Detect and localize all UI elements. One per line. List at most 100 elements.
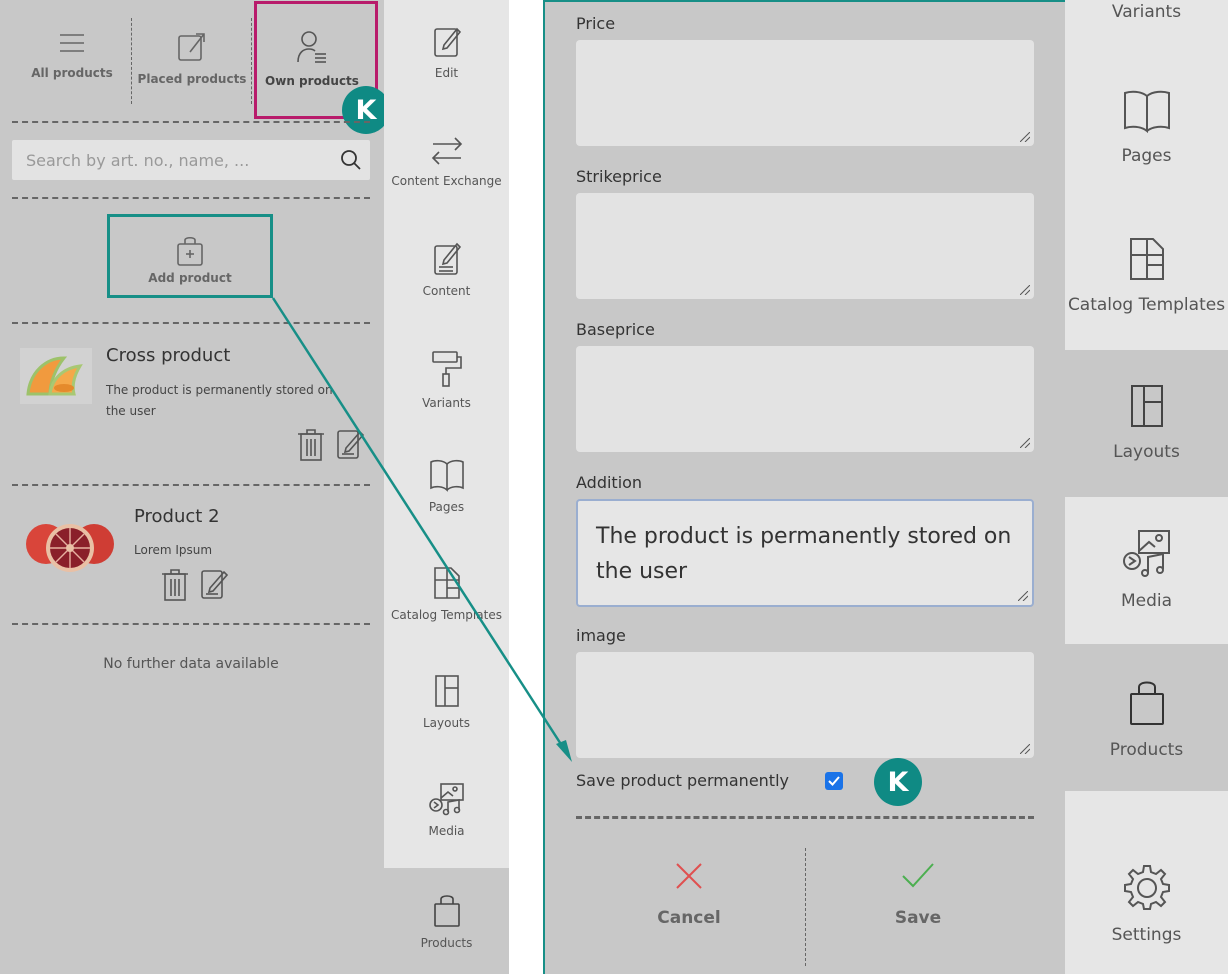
sidebar-item-media[interactable]: Media bbox=[384, 756, 509, 864]
sidebar-item-settings[interactable]: Settings bbox=[1065, 791, 1228, 974]
product-description: The product is permanently stored on the… bbox=[106, 383, 333, 418]
placed-icon bbox=[178, 33, 205, 61]
sidebar-item-label: Pages bbox=[1121, 146, 1172, 166]
edit-icon[interactable] bbox=[200, 568, 228, 600]
sidebar-item-label: Variants bbox=[1111, 2, 1182, 22]
sidebar-item-label: Settings bbox=[1111, 925, 1182, 945]
sidebar-item-label: Media bbox=[1120, 591, 1173, 611]
divider bbox=[12, 484, 370, 486]
product-description: Lorem Ipsum bbox=[134, 543, 213, 557]
sidebar-item-pages[interactable]: Pages bbox=[1065, 56, 1228, 203]
tab-all-products[interactable]: All products bbox=[12, 0, 132, 104]
sidebar-item-content-exchange[interactable]: Content Exchange bbox=[384, 108, 509, 216]
sidebar-item-variants[interactable]: Variants bbox=[384, 324, 509, 432]
product-form: Price Strikeprice Baseprice Addition The… bbox=[543, 0, 1065, 974]
sidebar-item-label: Layouts bbox=[1113, 442, 1180, 462]
sidebar-item-catalog-templates[interactable]: Catalog Templates bbox=[384, 540, 509, 648]
divider bbox=[12, 623, 370, 625]
search-input[interactable] bbox=[12, 140, 332, 180]
edit-icon[interactable] bbox=[336, 428, 364, 460]
sidebar-item-products[interactable]: Products bbox=[384, 868, 509, 974]
close-icon bbox=[676, 863, 702, 889]
sidebar-item-media[interactable]: Media bbox=[1065, 497, 1228, 644]
tab-placed-products-label: Placed products bbox=[137, 72, 247, 86]
addition-field[interactable]: The product is permanently stored on the… bbox=[576, 499, 1034, 607]
baseprice-field[interactable] bbox=[576, 346, 1034, 452]
sidebar-item-label: Catalog Templates bbox=[391, 608, 502, 622]
sidebar-item-label: Content Exchange bbox=[391, 174, 502, 188]
sidebar-item-label: Variants bbox=[422, 396, 471, 410]
bag-icon bbox=[1129, 681, 1164, 725]
sidebar-item-label: Content bbox=[422, 284, 471, 298]
save-button[interactable]: Save bbox=[818, 862, 1018, 928]
addition-label: Addition bbox=[576, 473, 643, 492]
product-name: Product 2 bbox=[134, 506, 220, 527]
add-product-button[interactable]: Add product bbox=[107, 214, 273, 298]
baseprice-label: Baseprice bbox=[576, 320, 655, 339]
sidebar-item-layouts[interactable]: Layouts bbox=[384, 648, 509, 756]
tab-placed-products[interactable]: Placed products bbox=[132, 0, 252, 104]
cancel-button[interactable]: Cancel bbox=[589, 862, 789, 928]
book-icon bbox=[429, 459, 464, 492]
save-label: Save bbox=[894, 908, 942, 928]
list-icon bbox=[60, 34, 84, 52]
sidebar-item-label: Catalog Templates bbox=[1067, 295, 1226, 315]
trash-icon[interactable] bbox=[160, 568, 190, 602]
sidebar-item-label: Pages bbox=[428, 500, 465, 514]
trash-icon[interactable] bbox=[296, 428, 326, 462]
resize-handle-icon[interactable] bbox=[1020, 438, 1030, 448]
resize-handle-icon[interactable] bbox=[1020, 744, 1030, 754]
divider bbox=[12, 322, 370, 324]
layout-icon bbox=[1130, 385, 1163, 427]
search-box bbox=[12, 140, 370, 180]
image-label: image bbox=[576, 626, 626, 645]
product-image bbox=[20, 348, 92, 404]
bag-plus-icon bbox=[177, 236, 203, 266]
sidebar-item-products[interactable]: Products bbox=[1065, 644, 1228, 791]
search-icon[interactable] bbox=[340, 149, 362, 171]
product-image bbox=[26, 524, 114, 572]
main-sidebar: Edit Content Exchange Content Variants P… bbox=[384, 0, 509, 974]
secondary-sidebar: Variants Pages Catalog Templates Layouts… bbox=[1065, 0, 1228, 974]
layout-icon bbox=[434, 675, 459, 707]
image-field[interactable] bbox=[576, 652, 1034, 758]
action-divider bbox=[805, 848, 806, 966]
divider bbox=[12, 121, 370, 123]
template-icon bbox=[433, 567, 460, 599]
sidebar-item-layouts[interactable]: Layouts bbox=[1065, 350, 1228, 497]
product-name: Cross product bbox=[106, 345, 231, 366]
content-icon bbox=[433, 242, 461, 275]
media-icon bbox=[428, 783, 464, 816]
app-root: All products Placed products Own product… bbox=[0, 0, 1228, 974]
resize-handle-icon[interactable] bbox=[1020, 285, 1030, 295]
sidebar-item-label: Products bbox=[420, 936, 473, 950]
cancel-label: Cancel bbox=[657, 908, 721, 928]
sidebar-item-catalog-templates[interactable]: Catalog Templates bbox=[1065, 203, 1228, 350]
resize-handle-icon[interactable] bbox=[1018, 591, 1028, 601]
product-list-panel: All products Placed products Own product… bbox=[0, 0, 390, 974]
edit-icon bbox=[433, 27, 461, 57]
resize-handle-icon[interactable] bbox=[1020, 132, 1030, 142]
strikeprice-field[interactable] bbox=[576, 193, 1034, 299]
template-icon bbox=[1129, 238, 1164, 280]
sidebar-item-label: Media bbox=[428, 824, 465, 838]
divider bbox=[12, 197, 370, 199]
book-icon bbox=[1123, 90, 1170, 134]
sidebar-item-pages[interactable]: Pages bbox=[384, 432, 509, 540]
strikeprice-label: Strikeprice bbox=[576, 167, 662, 186]
sidebar-item-variants[interactable]: Variants bbox=[1065, 0, 1228, 56]
save-permanently-checkbox[interactable] bbox=[825, 772, 843, 790]
price-label: Price bbox=[576, 14, 616, 33]
sidebar-item-edit[interactable]: Edit bbox=[384, 0, 509, 108]
sidebar-item-label: Layouts bbox=[422, 716, 471, 730]
checkmark-icon bbox=[828, 776, 840, 786]
sidebar-item-content[interactable]: Content bbox=[384, 216, 509, 324]
no-data-message: No further data available bbox=[103, 656, 279, 672]
media-icon bbox=[1122, 530, 1170, 577]
list-item[interactable]: Cross product The product is permanently… bbox=[12, 340, 370, 470]
check-icon bbox=[902, 863, 934, 888]
price-field[interactable] bbox=[576, 40, 1034, 146]
bag-icon bbox=[433, 895, 460, 927]
step-badge: K bbox=[342, 86, 390, 134]
list-item[interactable]: Product 2 Lorem Ipsum bbox=[12, 500, 370, 610]
